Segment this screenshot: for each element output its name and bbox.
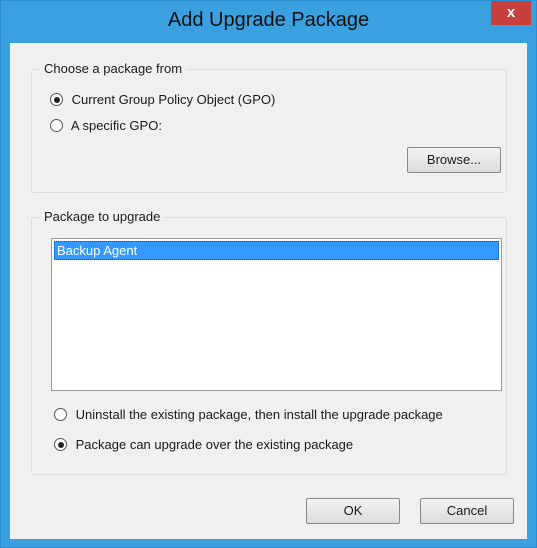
browse-button[interactable]: Browse... bbox=[407, 147, 501, 173]
radio-specific-gpo-indicator[interactable] bbox=[50, 119, 63, 132]
package-listbox[interactable]: Backup Agent bbox=[51, 238, 502, 391]
dialog-window: Add Upgrade Package x Choose a package f… bbox=[0, 0, 537, 548]
source-group: Choose a package from Current Group Poli… bbox=[31, 61, 507, 193]
dialog-title: Add Upgrade Package bbox=[167, 9, 370, 31]
close-button[interactable]: x bbox=[491, 1, 531, 25]
radio-uninstall-then-install[interactable]: Uninstall the existing package, then ins… bbox=[54, 406, 443, 424]
radio-upgrade-over-label: Package can upgrade over the existing pa… bbox=[75, 437, 354, 452]
radio-specific-gpo[interactable]: A specific GPO: bbox=[50, 117, 162, 135]
radio-upgrade-over[interactable]: Package can upgrade over the existing pa… bbox=[54, 436, 353, 454]
package-group-label: Package to upgrade bbox=[40, 209, 165, 224]
list-item-backup-agent[interactable]: Backup Agent bbox=[54, 241, 499, 260]
source-group-label: Choose a package from bbox=[40, 61, 187, 76]
radio-uninstall-label: Uninstall the existing package, then ins… bbox=[75, 407, 443, 422]
radio-upgrade-over-indicator[interactable] bbox=[54, 438, 67, 451]
radio-current-gpo-indicator[interactable] bbox=[50, 93, 63, 106]
radio-uninstall-indicator[interactable] bbox=[54, 408, 67, 421]
radio-current-gpo-label: Current Group Policy Object (GPO) bbox=[71, 92, 276, 107]
radio-current-gpo[interactable]: Current Group Policy Object (GPO) bbox=[50, 91, 275, 109]
dialog-body: Choose a package from Current Group Poli… bbox=[10, 43, 527, 539]
close-icon: x bbox=[506, 4, 516, 21]
cancel-button[interactable]: Cancel bbox=[420, 498, 514, 524]
title-bar[interactable]: Add Upgrade Package x bbox=[1, 1, 536, 43]
radio-specific-gpo-label: A specific GPO: bbox=[70, 118, 162, 133]
ok-button[interactable]: OK bbox=[306, 498, 400, 524]
